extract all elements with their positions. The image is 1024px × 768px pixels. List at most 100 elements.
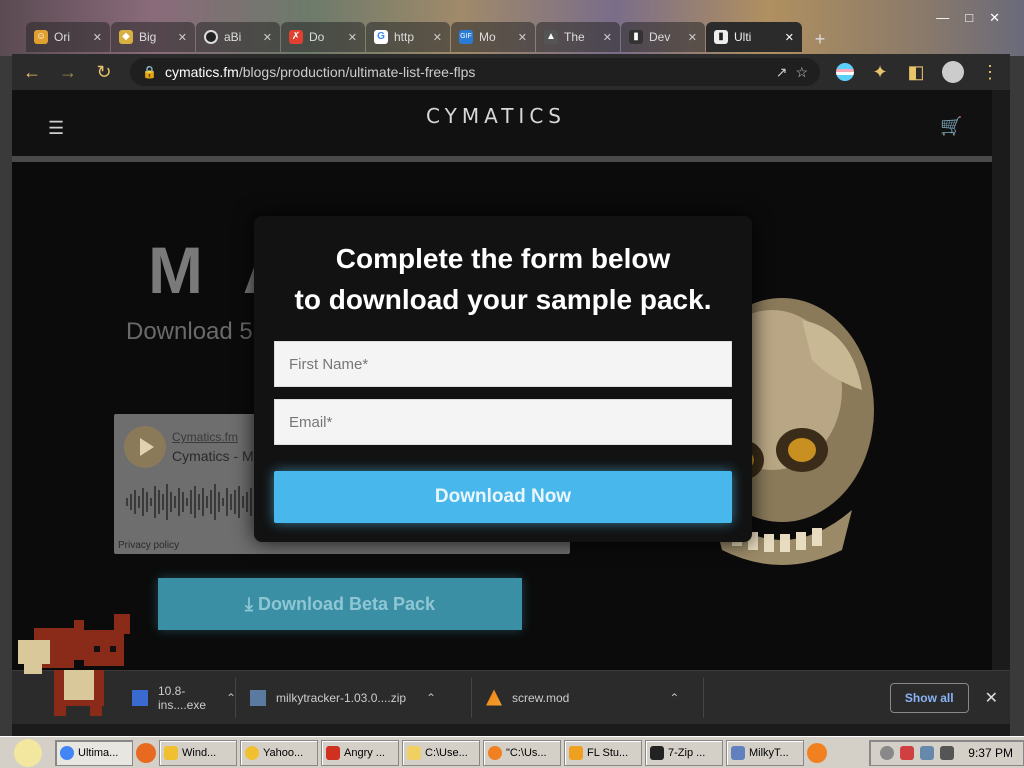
download-item[interactable]: milkytracker-1.03.0....zip ⌃ xyxy=(236,677,472,718)
tab-title: Ulti xyxy=(734,30,752,44)
desktop-edge-right xyxy=(1010,56,1024,736)
cart-icon[interactable]: 🛒 xyxy=(940,116,962,137)
modal-heading-line2: to download your sample pack. xyxy=(294,284,712,315)
system-tray: 9:37 PM xyxy=(869,739,1024,766)
taskbar-item-label: Yahoo... xyxy=(263,746,304,759)
close-tab-icon[interactable]: ✕ xyxy=(603,31,612,44)
angry-birds-icon xyxy=(326,745,340,760)
taskbar-item-label: 7-Zip ... xyxy=(668,746,706,759)
piano-icon: ▮ xyxy=(629,30,643,44)
taskbar-item[interactable]: FL Stu... xyxy=(564,739,642,766)
search-magnifier-icon[interactable] xyxy=(807,742,827,763)
lock-icon: 🔒 xyxy=(142,65,157,79)
chevron-up-icon[interactable]: ⌃ xyxy=(226,691,236,705)
piano-icon: ▮ xyxy=(714,30,728,44)
tab-title: Ori xyxy=(54,30,70,44)
browser-tab[interactable]: ☺ Ori ✕ xyxy=(26,22,110,52)
tab-title: Dev xyxy=(649,30,671,44)
download-beta-pack-button[interactable]: ⤓ Download Beta Pack xyxy=(158,578,522,630)
close-shelf-icon[interactable]: ✕ xyxy=(985,688,998,708)
start-face-icon xyxy=(14,738,42,767)
side-panel-icon[interactable]: ◧ xyxy=(906,62,926,83)
reload-icon[interactable]: ↻ xyxy=(94,62,114,83)
email-input[interactable] xyxy=(274,399,732,445)
bookmark-star-icon[interactable]: ☆ xyxy=(795,64,808,81)
taskbar-item[interactable]: MilkyT... xyxy=(726,739,804,766)
taskbar-item[interactable]: Angry ... xyxy=(321,739,399,766)
player-source-link[interactable]: Cymatics.fm xyxy=(172,430,238,444)
gif-icon: GIF xyxy=(459,30,473,44)
close-tab-icon[interactable]: ✕ xyxy=(93,31,102,44)
url-text[interactable]: cymatics.fm/blogs/production/ultimate-li… xyxy=(165,64,768,80)
clock[interactable]: 9:37 PM xyxy=(968,746,1013,760)
close-tab-icon[interactable]: ✕ xyxy=(785,31,794,44)
taskbar-item[interactable]: Ultima... xyxy=(55,739,133,766)
browser-tab[interactable]: aBi ✕ xyxy=(196,22,280,52)
browser-tab[interactable]: ✗ Do ✕ xyxy=(281,22,365,52)
windows-taskbar: Ultima... Wind... Yahoo... Angry ... C:\… xyxy=(0,736,1024,768)
taskbar-item[interactable]: Yahoo... xyxy=(240,739,318,766)
close-tab-icon[interactable]: ✕ xyxy=(263,31,272,44)
forward-arrow-icon[interactable]: → xyxy=(58,62,78,83)
download-now-button[interactable]: Download Now xyxy=(274,471,732,523)
address-bar[interactable]: 🔒 cymatics.fm/blogs/production/ultimate-… xyxy=(130,58,820,86)
browser-toolbar: ← → ↻ 🔒 cymatics.fm/blogs/production/ult… xyxy=(12,54,1010,90)
browser-tab[interactable]: G http ✕ xyxy=(366,22,450,52)
site-logo[interactable]: CYMATICS xyxy=(426,104,566,128)
first-name-input[interactable] xyxy=(274,341,732,387)
taskbar-item-label: Angry ... xyxy=(344,746,385,759)
volume-icon[interactable] xyxy=(940,745,955,760)
extensions-puzzle-icon[interactable]: ✦ xyxy=(870,62,890,83)
menu-dots-icon[interactable]: ⋮ xyxy=(980,62,1000,83)
browser-tab[interactable]: ▮ Dev ✕ xyxy=(621,22,705,52)
search-icon xyxy=(488,745,502,760)
monitor-icon[interactable] xyxy=(920,745,935,760)
close-tab-icon[interactable]: ✕ xyxy=(688,31,697,44)
taskbar-item[interactable]: C:\Use... xyxy=(402,739,480,766)
tray-icon[interactable] xyxy=(880,745,895,760)
browser-tab[interactable]: GIF Mo ✕ xyxy=(451,22,535,52)
extension-flag-icon[interactable] xyxy=(836,63,854,81)
close-tab-icon[interactable]: ✕ xyxy=(433,31,442,44)
profile-avatar-icon[interactable] xyxy=(942,61,964,83)
vlc-icon xyxy=(486,689,502,706)
taskbar-item[interactable]: 7-Zip ... xyxy=(645,739,723,766)
eevee-pixel-sprite xyxy=(18,614,130,716)
smiley-icon: ☺ xyxy=(34,30,48,44)
chevron-up-icon[interactable]: ⌃ xyxy=(426,691,436,705)
hamburger-menu-icon[interactable]: ☰ xyxy=(48,118,64,139)
browser-tab[interactable]: ◆ Big ✕ xyxy=(111,22,195,52)
start-button[interactable] xyxy=(4,738,52,767)
close-tab-icon[interactable]: ✕ xyxy=(518,31,527,44)
browser-tab[interactable]: ▲ The ✕ xyxy=(536,22,620,52)
waveform[interactable] xyxy=(124,480,274,524)
modal-heading-line1: Complete the form below xyxy=(335,243,671,274)
new-tab-button[interactable]: + xyxy=(807,26,833,52)
taskbar-item[interactable]: Wind... xyxy=(159,739,237,766)
tab-title: The xyxy=(564,30,585,44)
close-tab-icon[interactable]: ✕ xyxy=(178,31,187,44)
back-arrow-icon[interactable]: ← xyxy=(22,62,42,83)
taskbar-item-label: Ultima... xyxy=(78,746,119,759)
taskbar-item[interactable]: "C:\Us... xyxy=(483,739,561,766)
google-icon: G xyxy=(374,30,388,44)
milkytracker-icon xyxy=(731,745,745,760)
tab-title: Do xyxy=(309,30,325,44)
firefox-icon[interactable] xyxy=(136,742,156,763)
privacy-policy-link[interactable]: Privacy policy xyxy=(118,540,179,551)
fl-studio-icon xyxy=(569,745,583,760)
share-icon[interactable]: ↗ xyxy=(776,64,788,81)
seven-zip-icon xyxy=(650,745,664,760)
hero-subtitle: Download 5 xyxy=(126,318,253,345)
download-filename: screw.mod xyxy=(512,690,570,705)
browser-tab-active[interactable]: ▮ Ulti ✕ xyxy=(706,22,802,52)
show-all-button[interactable]: Show all xyxy=(889,682,969,713)
close-tab-icon[interactable]: ✕ xyxy=(348,31,357,44)
download-item[interactable]: screw.mod ⌃ xyxy=(472,677,704,718)
download-filename: 10.8-ins....exe xyxy=(158,683,207,712)
network-error-icon[interactable] xyxy=(900,745,915,760)
modal-heading: Complete the form below to download your… xyxy=(254,238,752,320)
zip-icon xyxy=(250,689,266,706)
beta-button-label: Download Beta Pack xyxy=(257,593,435,614)
chevron-up-icon[interactable]: ⌃ xyxy=(669,691,679,705)
